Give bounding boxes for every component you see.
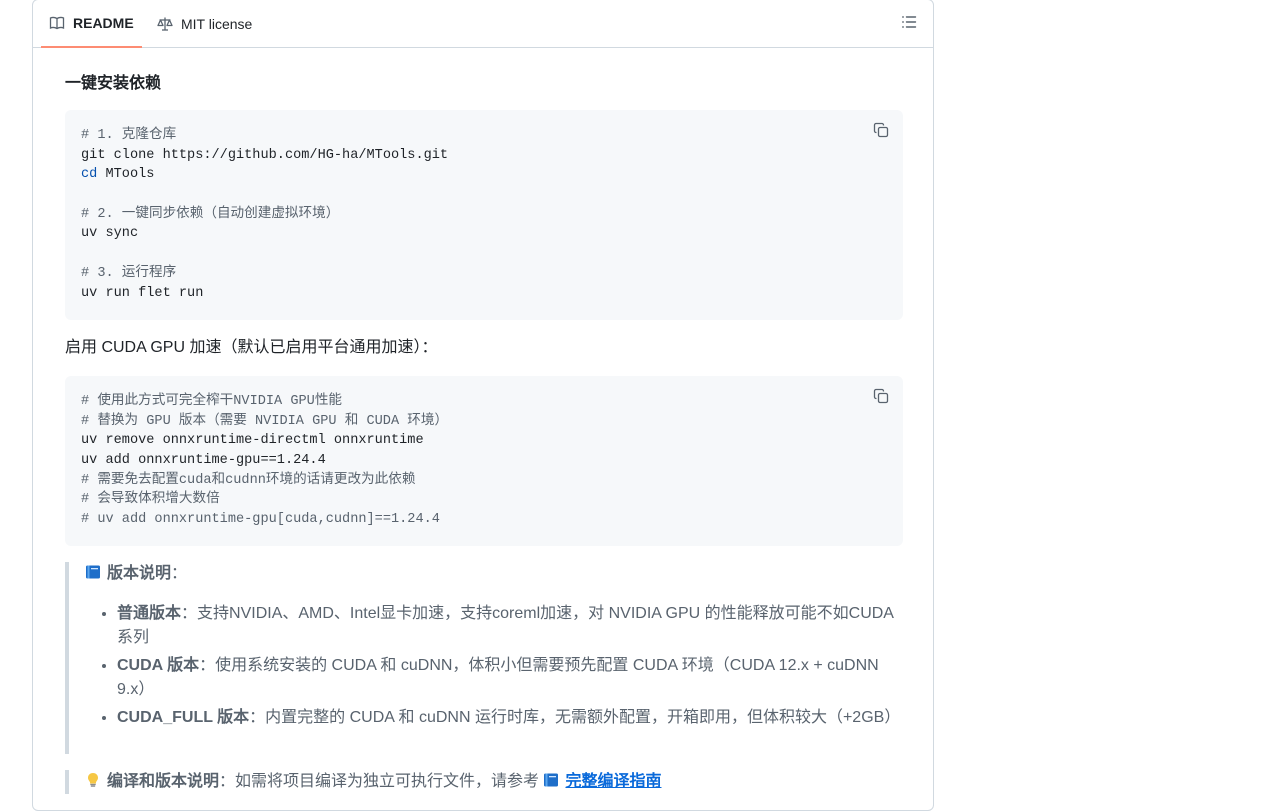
list-item-name: CUDA_FULL 版本	[117, 709, 250, 726]
list-item: CUDA_FULL 版本：内置完整的 CUDA 和 cuDNN 运行时库，无需额…	[117, 706, 903, 730]
cuda-copy-button[interactable]	[867, 384, 895, 412]
code-comment: # 1. 克隆仓库	[81, 128, 177, 143]
tab-license[interactable]: MIT license	[149, 0, 260, 48]
version-note-title: 版本说明	[107, 565, 172, 582]
copy-icon	[873, 122, 889, 143]
code-comment: # uv add onnxruntime-gpu[cuda,cudnn]==1.…	[81, 512, 440, 528]
cuda-code-block: # 使用此方式可完全榨干NVIDIA GPU性能 # 替换为 GPU 版本（需要 …	[65, 376, 903, 546]
code-line: uv add onnxruntime-gpu==1.24.4	[81, 453, 326, 469]
list-item: CUDA 版本：使用系统安装的 CUDA 和 cuDNN，体积小但需要预先配置 …	[117, 654, 903, 702]
readme-tabbar: README MIT license	[33, 0, 933, 48]
copy-icon	[873, 388, 889, 409]
code-comment: # 使用此方式可完全榨干NVIDIA GPU性能	[81, 394, 343, 409]
code-line: cd MTools	[81, 167, 155, 183]
code-line: uv run flet run	[81, 285, 204, 301]
list-item-name: CUDA 版本	[117, 657, 200, 674]
build-note-text: ：如需将项目编译为独立可执行文件，请参考	[219, 773, 544, 790]
cuda-intro: 启用 CUDA GPU 加速（默认已启用平台通用加速）：	[65, 339, 438, 356]
law-scale-icon	[157, 16, 173, 32]
version-note-title-line: 版本说明：	[85, 562, 903, 586]
install-heading: 一键安装依赖	[65, 75, 162, 92]
blue-book-icon	[543, 772, 559, 788]
install-code[interactable]: # 1. 克隆仓库 git clone https://github.com/HG…	[81, 126, 887, 303]
list-item: 普通版本：支持NVIDIA、AMD、Intel显卡加速，支持coreml加速，对…	[117, 602, 903, 650]
light-bulb-icon	[85, 772, 101, 788]
list-unordered-icon	[901, 14, 917, 35]
tab-readme-label: README	[73, 15, 134, 31]
list-item-name: 普通版本	[117, 605, 182, 622]
install-copy-button[interactable]	[867, 118, 895, 146]
blue-book-icon	[85, 564, 101, 580]
book-icon	[49, 15, 65, 31]
code-line: uv remove onnxruntime-directml onnxrunti…	[81, 433, 424, 449]
code-comment: # 3. 运行程序	[81, 265, 177, 281]
code-comment: # 需要免去配置cuda和cudnn环境的话请更改为此依赖	[81, 472, 416, 488]
tab-readme[interactable]: README	[41, 0, 142, 48]
code-line: git clone https://github.com/HG-ha/MTool…	[81, 147, 449, 163]
code-line: # 2. 一键同步依赖（自动创建虚拟环境）	[81, 205, 887, 225]
code-line: # 需要免去配置cuda和cudnn环境的话请更改为此依赖	[81, 471, 887, 491]
code-builtin: cd	[81, 167, 98, 183]
build-note-quote: 编译和版本说明：如需将项目编译为独立可执行文件，请参考 完整编译指南	[65, 770, 903, 794]
code-comment: # 替换为 GPU 版本（需要 NVIDIA GPU 和 CUDA 环境）	[81, 413, 449, 429]
list-item-desc: ：内置完整的 CUDA 和 cuDNN 运行时库，无需额外配置，开箱即用，但体积…	[249, 709, 901, 726]
build-note-title: 编译和版本说明	[107, 773, 220, 790]
version-note-list: 普通版本：支持NVIDIA、AMD、Intel显卡加速，支持coreml加速，对…	[85, 602, 903, 730]
list-item-desc: ：使用系统安装的 CUDA 和 cuDNN，体积小但需要预先配置 CUDA 环境…	[117, 657, 879, 698]
code-line: uv sync	[81, 226, 139, 242]
version-note-quote: 版本说明： 普通版本：支持NVIDIA、AMD、Intel显卡加速，支持core…	[65, 562, 903, 754]
code-line: # 1. 克隆仓库	[81, 126, 887, 146]
code-line: # 3. 运行程序	[81, 264, 887, 284]
readme-panel: README MIT license 一键安装依赖 # 1. 克隆仓库 git …	[32, 0, 934, 811]
cuda-code[interactable]: # 使用此方式可完全榨干NVIDIA GPU性能 # 替换为 GPU 版本（需要 …	[81, 392, 887, 530]
outline-button[interactable]	[893, 8, 925, 40]
build-guide-link[interactable]: 完整编译指南	[565, 773, 661, 790]
code-line: # 使用此方式可完全榨干NVIDIA GPU性能	[81, 392, 887, 412]
list-item-desc: ：支持NVIDIA、AMD、Intel显卡加速，支持coreml加速，对 NVI…	[117, 605, 894, 646]
code-comment: # 2. 一键同步依赖（自动创建虚拟环境）	[81, 206, 340, 222]
code-comment: # 会导致体积增大数倍	[81, 492, 220, 508]
code-line: # uv add onnxruntime-gpu[cuda,cudnn]==1.…	[81, 510, 887, 530]
code-line: # 会导致体积增大数倍	[81, 490, 887, 510]
code-line: # 替换为 GPU 版本（需要 NVIDIA GPU 和 CUDA 环境）	[81, 412, 887, 432]
tab-license-label: MIT license	[181, 16, 253, 32]
version-note-colon: ：	[171, 565, 188, 582]
install-code-block: # 1. 克隆仓库 git clone https://github.com/HG…	[65, 110, 903, 320]
